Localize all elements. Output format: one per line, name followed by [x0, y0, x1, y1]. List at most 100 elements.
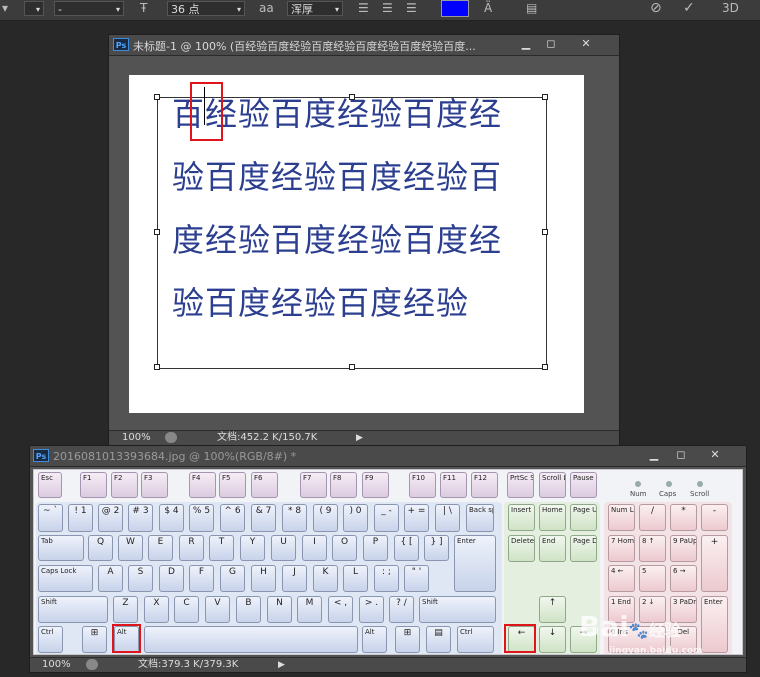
- keyboard-key: /: [639, 504, 666, 531]
- window-title: 未标题-1 @ 100% (百经验百度经验百度经验百度经验百度经验百度...: [133, 40, 476, 53]
- keyboard-key: F7: [300, 472, 327, 498]
- keyboard-key: W: [118, 535, 143, 561]
- 3d-icon[interactable]: 3D: [722, 1, 739, 16]
- highlight-box: [190, 82, 223, 141]
- transform-handle[interactable]: [542, 364, 548, 370]
- options-bar: ▾ ▾ - ▾ Ŧ 36 点 ▾ aa 浑厚 ▾ ☰ ☰ ☰ Ӓ ▤ ⊘ ✓ 3D: [0, 0, 760, 21]
- keyboard-key: G: [220, 565, 245, 592]
- window-title-bar[interactable]: Ps 2016081013393684.jpg @ 100%(RGB/8#) *…: [30, 446, 746, 467]
- keyboard-key: C: [174, 596, 199, 623]
- cancel-icon[interactable]: ⊘: [650, 1, 662, 16]
- keyboard-key: Q: [88, 535, 113, 561]
- keyboard-key: @ 2: [98, 504, 123, 532]
- transform-handle[interactable]: [542, 94, 548, 100]
- keyboard-key: < ,: [328, 596, 353, 623]
- keyboard-key: 8 ↑: [639, 535, 666, 562]
- keyboard-key: M: [297, 596, 322, 623]
- keyboard-key: } ]: [424, 535, 449, 561]
- photoshop-icon: Ps: [113, 38, 129, 51]
- keyboard-key: Page Down: [570, 535, 597, 562]
- status-arrow-icon[interactable]: ▶: [278, 658, 285, 672]
- keyboard-key: F10: [409, 472, 436, 498]
- keyboard-key: F11: [440, 472, 467, 498]
- keyboard-key: ⊞: [82, 626, 107, 653]
- document-size: 文档:452.2 K/150.7K: [217, 432, 318, 443]
- transform-handle[interactable]: [154, 229, 160, 235]
- zoom-level[interactable]: 100%: [122, 431, 151, 445]
- keyboard-key: Shift: [419, 596, 496, 623]
- keyboard-key: Num Lock: [608, 504, 635, 531]
- window-title: 2016081013393684.jpg @ 100%(RGB/8#) *: [53, 450, 297, 463]
- transform-handle[interactable]: [154, 94, 160, 100]
- character-panel-icon[interactable]: ▤: [526, 1, 537, 16]
- keyboard-key: Page Up: [570, 504, 597, 531]
- keyboard-key: A: [98, 565, 123, 592]
- keyboard-key: N: [267, 596, 292, 623]
- keyboard-key: ? /: [389, 596, 414, 623]
- keyboard-key: & 7: [251, 504, 276, 532]
- keyboard-key: : ;: [374, 565, 399, 592]
- zoom-level[interactable]: 100%: [42, 658, 71, 672]
- keyboard-key: F9: [362, 472, 389, 498]
- keyboard-key: % 5: [189, 504, 214, 532]
- close-button[interactable]: ✕: [706, 448, 724, 462]
- antialias-select[interactable]: 浑厚 ▾: [287, 1, 343, 16]
- keyboard-key: F2: [111, 472, 138, 498]
- keyboard-key: * 8: [282, 504, 307, 532]
- keyboard-key: { [: [394, 535, 419, 561]
- text-orientation-button[interactable]: ▾: [24, 1, 44, 16]
- keyboard-key: S: [128, 565, 153, 592]
- keyboard-key: F5: [219, 472, 246, 498]
- keyboard-key: F8: [330, 472, 357, 498]
- text-color-swatch[interactable]: [441, 0, 469, 17]
- restore-button[interactable]: ◻: [672, 448, 690, 462]
- keyboard-key: X: [144, 596, 169, 623]
- keyboard-key: B: [236, 596, 261, 623]
- minimize-button[interactable]: ▁: [645, 448, 663, 462]
- document-canvas[interactable]: 百经验百度经验百度经 验百度经验百度经验百 度经验百度经验百度经 验百度经验百度…: [129, 75, 584, 413]
- close-button[interactable]: ✕: [577, 37, 595, 51]
- minimize-button[interactable]: ▁: [517, 37, 535, 51]
- text-tool-preset-icon[interactable]: ▾: [2, 1, 8, 16]
- watermark-logo: Bai🐾经验: [579, 610, 681, 643]
- keyboard-key: Tab: [38, 535, 84, 561]
- align-left-icon[interactable]: ☰: [358, 1, 369, 16]
- watermark-paw-icon: 🐾: [628, 621, 649, 640]
- transform-handle[interactable]: [349, 94, 355, 100]
- led-label: Num: [630, 490, 647, 498]
- keyboard-key: > .: [359, 596, 384, 623]
- keyboard-key: # 3: [128, 504, 153, 532]
- keyboard-key: Ctrl: [457, 626, 494, 653]
- align-center-icon[interactable]: ☰: [382, 1, 393, 16]
- warp-text-icon[interactable]: Ӓ: [484, 1, 492, 16]
- led-caps: [666, 481, 672, 487]
- keyboard-key: ↑: [539, 596, 566, 623]
- keyboard-key: F: [189, 565, 214, 592]
- document-window-untitled[interactable]: Ps 未标题-1 @ 100% (百经验百度经验百度经验百度经验百度经验百度..…: [108, 34, 620, 446]
- keyboard-key: 7 Home: [608, 535, 635, 562]
- document-window-keyboard[interactable]: Ps 2016081013393684.jpg @ 100%(RGB/8#) *…: [29, 445, 747, 673]
- window-title-bar[interactable]: Ps 未标题-1 @ 100% (百经验百度经验百度经验百度经验百度经验百度..…: [109, 35, 619, 56]
- status-menu-icon[interactable]: [165, 432, 177, 443]
- highlight-box-left-arrow: [504, 624, 536, 653]
- font-size-select[interactable]: 36 点 ▾: [167, 1, 245, 16]
- status-menu-icon[interactable]: [86, 659, 98, 670]
- keyboard-key: Back space: [466, 504, 494, 532]
- antialias-icon: aa: [259, 1, 274, 15]
- keyboard-key: Z: [113, 596, 138, 623]
- keyboard-key: End: [539, 535, 566, 562]
- commit-icon[interactable]: ✓: [683, 1, 695, 16]
- font-style-select[interactable]: - ▾: [54, 1, 124, 16]
- keyboard-key: ~ `: [38, 504, 63, 532]
- watermark-url: jingyan.baidu.com: [609, 646, 703, 655]
- status-arrow-icon[interactable]: ▶: [356, 431, 363, 445]
- keyboard-key: Enter: [454, 535, 496, 592]
- keyboard-key: F6: [251, 472, 278, 498]
- transform-handle[interactable]: [542, 229, 548, 235]
- keyboard-key: L: [343, 565, 368, 592]
- transform-handle[interactable]: [349, 364, 355, 370]
- restore-button[interactable]: ◻: [542, 37, 560, 51]
- align-right-icon[interactable]: ☰: [406, 1, 417, 16]
- keyboard-key: ) 0: [343, 504, 368, 532]
- transform-handle[interactable]: [154, 364, 160, 370]
